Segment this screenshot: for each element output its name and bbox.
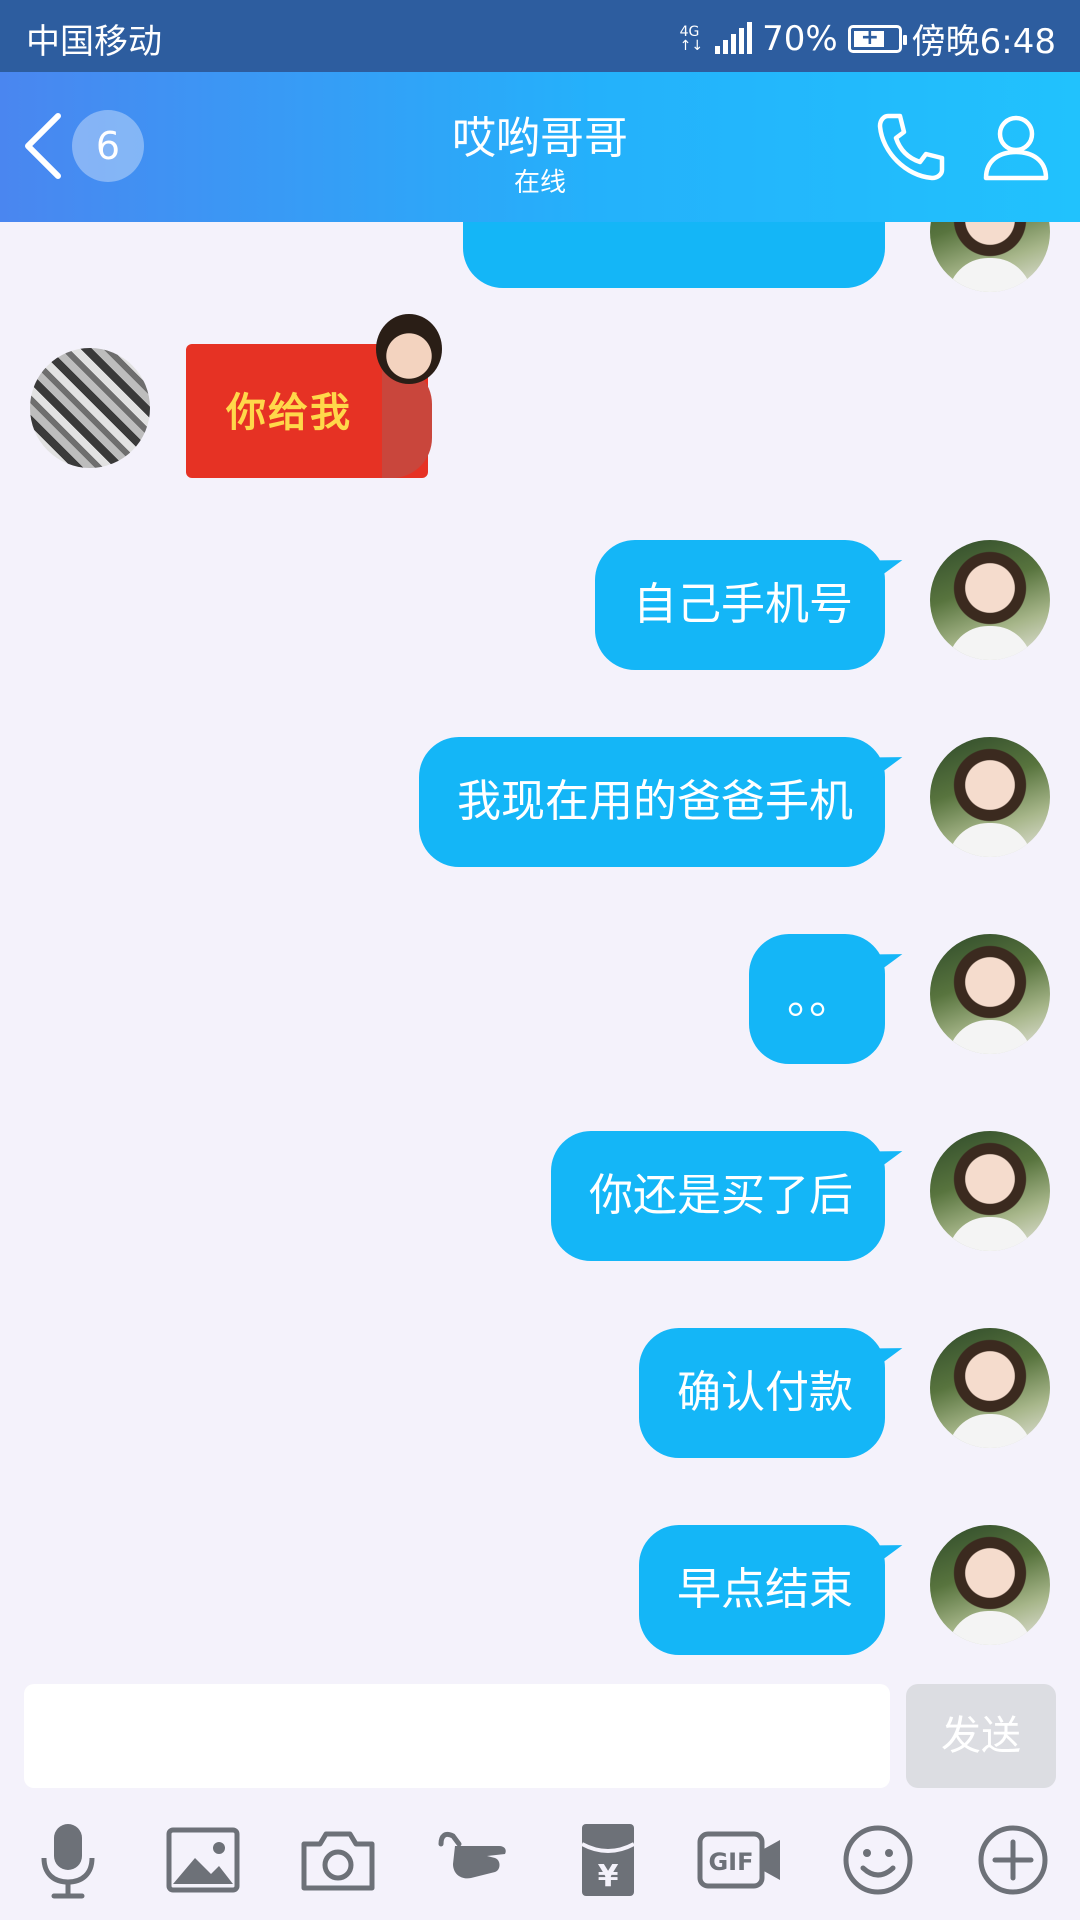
phone-icon [877,113,945,181]
gif-icon: GIF [697,1831,780,1889]
emoji-button[interactable] [836,1818,920,1902]
my-avatar[interactable] [930,1328,1050,1448]
poke-hand-icon [438,1831,506,1879]
sticker-text: 你给我 [226,389,352,436]
input-toolbar: ¥ GIF [0,1800,1080,1920]
image-icon [166,1827,240,1893]
composer: 发送 [0,1682,1080,1790]
message-bubble[interactable]: 早点结束 [639,1525,885,1655]
svg-text:¥: ¥ [598,1859,619,1894]
message-bubble[interactable]: 我现在用的爸爸手机 [419,737,885,867]
gif-label: GIF [708,1848,753,1876]
poke-button[interactable] [431,1818,515,1902]
my-avatar[interactable] [930,1525,1050,1645]
red-packet-icon: ¥ [581,1824,635,1896]
message-bubble[interactable]: 你还是买了后 [551,1131,885,1261]
carrier-name: 中国移动 [26,22,162,62]
camera-button[interactable] [296,1818,380,1902]
message-bubble[interactable]: 确认付款 [639,1328,885,1458]
battery-percent: 70% [762,18,838,59]
clock: 傍晚6:48 [911,22,1056,62]
message-bubble[interactable]: 自己手机号 [595,540,885,670]
camera-icon [301,1831,375,1891]
message-input[interactable] [24,1684,890,1788]
status-indicators: 4G ↑↓ 70% + 傍晚6:48 [680,14,1056,63]
emoji-icon [843,1825,913,1895]
my-avatar[interactable] [930,1131,1050,1251]
signal-icon [715,21,753,54]
my-avatar[interactable] [930,222,1050,292]
my-avatar[interactable] [930,934,1050,1054]
status-bar: 中国移动 4G ↑↓ 70% + 傍晚6:48 [0,0,1080,72]
red-packet-button[interactable]: ¥ [566,1818,650,1902]
profile-button[interactable] [978,108,1054,184]
photo-button[interactable] [161,1818,245,1902]
message-bubble[interactable]: 。。 [749,934,885,1064]
microphone-icon [41,1824,95,1899]
send-button[interactable]: 发送 [906,1684,1056,1788]
plus-icon [978,1825,1048,1895]
chat-header: 6 哎哟哥哥 在线 [0,72,1080,222]
message-list[interactable]: 我买的时候填了啊 你给我 自己手机号 我现在用的爸爸手机 。。 你还是买了后 确… [0,222,1080,1682]
network-type-icon: 4G ↑↓ [679,23,704,54]
person-icon [983,115,1049,181]
message-bubble[interactable]: 我买的时候填了啊 [463,222,885,288]
sticker-face-image [376,314,442,384]
more-button[interactable] [971,1818,1055,1902]
network-type: 4G [679,23,700,40]
call-button[interactable] [872,108,948,184]
gif-button[interactable]: GIF [696,1818,786,1902]
battery-icon: + [847,24,907,53]
my-avatar[interactable] [930,540,1050,660]
sticker-message[interactable]: 你给我 [186,314,442,478]
my-avatar[interactable] [930,737,1050,857]
voice-button[interactable] [26,1818,110,1902]
contact-avatar[interactable] [30,348,150,468]
